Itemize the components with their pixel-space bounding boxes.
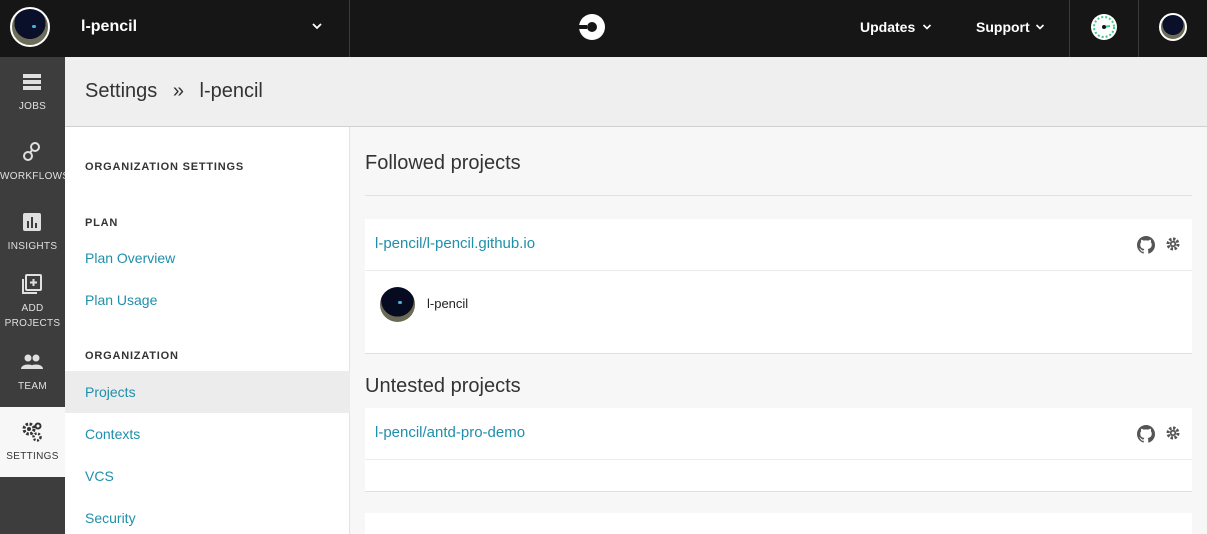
- main-content: Followed projects l-pencil/l-pencil.gith…: [350, 127, 1207, 534]
- org-switcher[interactable]: l-pencil: [65, 0, 350, 57]
- nav-label: WORKFLOWS: [0, 171, 70, 182]
- untested-projects-title: Untested projects: [365, 375, 521, 397]
- org-name: l-pencil: [81, 18, 138, 35]
- nav-label: ADD: [21, 303, 44, 314]
- plan-heading: PLAN: [85, 217, 119, 229]
- org-avatar[interactable]: [10, 7, 50, 47]
- nav-item-add-projects[interactable]: ADD PROJECTS: [0, 267, 65, 337]
- nav-item-settings[interactable]: SETTINGS: [0, 407, 65, 477]
- divider: [349, 0, 350, 57]
- user-avatar[interactable]: [1159, 13, 1187, 41]
- divider: [365, 195, 1192, 196]
- project-link[interactable]: l-pencil/antd-pro-demo: [375, 424, 525, 441]
- project-card-header: l-pencil/l-pencil.github.io: [365, 219, 1192, 271]
- breadcrumb-root[interactable]: Settings: [85, 80, 157, 102]
- gear-icon[interactable]: [1165, 236, 1181, 252]
- nav-label: JOBS: [18, 101, 47, 112]
- chevron-down-icon: [312, 23, 322, 30]
- support-menu[interactable]: Support: [976, 19, 1030, 35]
- nav-label: TEAM: [18, 381, 47, 392]
- project-link[interactable]: l-pencil/l-pencil.github.io: [375, 235, 535, 252]
- chevron-down-icon: [922, 24, 932, 30]
- chevron-down-icon: [1035, 24, 1045, 30]
- breadcrumb: Settings » l-pencil: [85, 80, 273, 103]
- divider: [1069, 0, 1070, 57]
- divider: [1138, 0, 1139, 57]
- sidebar-item-plan-usage[interactable]: Plan Usage: [65, 279, 350, 321]
- circleci-logo-icon[interactable]: [577, 12, 607, 42]
- sidebar-item-security[interactable]: Security: [65, 497, 350, 534]
- speedometer-icon[interactable]: [1090, 13, 1118, 41]
- breadcrumb-separator: »: [172, 80, 184, 102]
- updates-menu[interactable]: Updates: [860, 19, 915, 35]
- nav-item-team[interactable]: TEAM: [0, 337, 65, 407]
- breadcrumb-current: l-pencil: [199, 80, 263, 102]
- project-card: [365, 513, 1192, 534]
- organization-heading: ORGANIZATION: [85, 350, 179, 362]
- github-icon[interactable]: [1137, 425, 1155, 443]
- nav-label: SETTINGS: [6, 451, 59, 462]
- github-icon[interactable]: [1137, 236, 1155, 254]
- insights-chart-icon: [23, 213, 41, 231]
- add-projects-icon: [22, 274, 42, 294]
- nav-item-insights[interactable]: INSIGHTS: [0, 197, 65, 267]
- nav-item-jobs[interactable]: JOBS: [0, 57, 65, 127]
- followed-projects-title: Followed projects: [365, 152, 521, 174]
- nav-label: PROJECTS: [4, 318, 61, 329]
- org-settings-heading: ORGANIZATION SETTINGS: [85, 161, 244, 173]
- project-card-header: l-pencil/antd-pro-demo: [365, 408, 1192, 460]
- settings-sidebar: ORGANIZATION SETTINGS PLAN Plan Overview…: [65, 127, 350, 534]
- sidebar-item-vcs[interactable]: VCS: [65, 455, 350, 497]
- jobs-list-icon: [23, 74, 41, 90]
- avatar: [380, 287, 415, 322]
- page-header: Settings » l-pencil: [65, 57, 1207, 127]
- gear-icon[interactable]: [1165, 425, 1181, 441]
- nav-item-workflows[interactable]: WORKFLOWS: [0, 127, 70, 197]
- project-card: l-pencil/antd-pro-demo: [365, 408, 1192, 492]
- nav-label: INSIGHTS: [7, 241, 58, 252]
- left-nav: JOBS WORKFLOWS INSIGHTS ADD PROJECTS TEA…: [0, 57, 70, 534]
- settings-gears-icon: [22, 422, 42, 442]
- team-icon: [21, 354, 43, 369]
- workflows-icon: [23, 142, 40, 161]
- sidebar-item-plan-overview[interactable]: Plan Overview: [65, 237, 350, 279]
- follower-name: l-pencil: [427, 296, 469, 311]
- sidebar-item-projects[interactable]: Projects: [65, 371, 350, 413]
- sidebar-item-contexts[interactable]: Contexts: [65, 413, 350, 455]
- project-card: l-pencil/l-pencil.github.io l-pencil: [365, 219, 1192, 354]
- top-bar: l-pencil Updates Support: [0, 0, 1207, 57]
